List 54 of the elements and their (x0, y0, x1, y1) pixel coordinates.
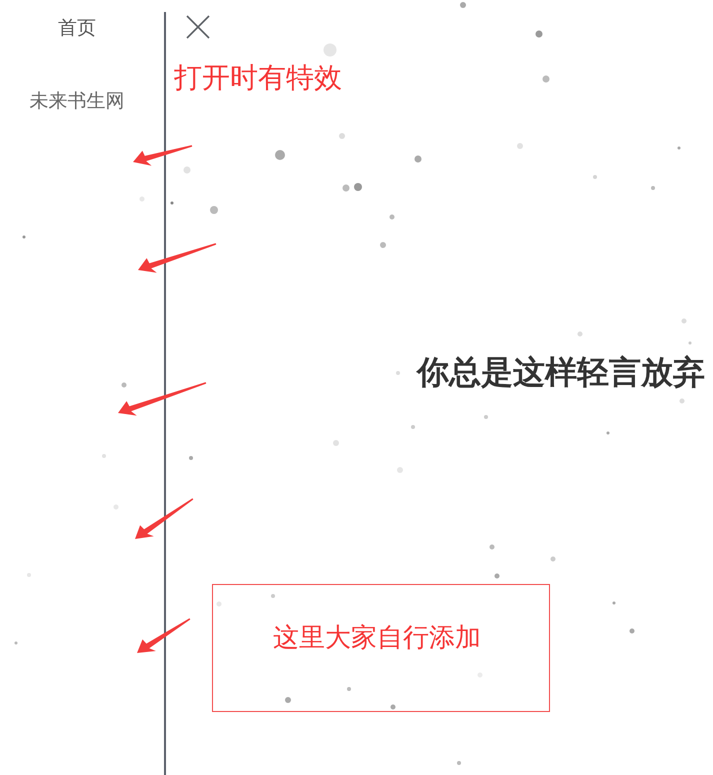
arrow-icon (118, 382, 206, 416)
custom-area-text: 这里大家自行添加 (273, 622, 481, 655)
snow-dot-icon (536, 30, 542, 38)
snow-dot-icon (347, 687, 351, 691)
nav-link[interactable]: 首页 (58, 16, 96, 40)
snow-dot-icon (14, 642, 18, 644)
snow-dot-icon (490, 544, 494, 550)
snow-dot-icon (550, 556, 556, 562)
arrow-icon (138, 243, 216, 273)
snow-dot-icon (414, 156, 422, 162)
close-button[interactable] (186, 15, 210, 39)
snow-dot-icon (612, 602, 616, 604)
snow-dot-icon (189, 456, 193, 460)
snow-dot-icon (457, 761, 461, 765)
snow-dot-icon (380, 242, 386, 248)
snow-dot-icon (678, 146, 680, 150)
snow-dot-icon (339, 133, 345, 139)
nav-link[interactable]: 未来书生网 (30, 89, 124, 113)
snow-dot-icon (606, 432, 610, 434)
snow-dot-icon (390, 704, 396, 710)
arrow-icon (135, 498, 194, 539)
snow-dot-icon (184, 166, 190, 174)
snow-dot-icon (396, 371, 400, 375)
snow-dot-icon (630, 628, 634, 634)
snow-dot-icon (517, 143, 523, 149)
snow-dot-icon (680, 398, 684, 404)
snow-dot-icon (411, 425, 415, 429)
snow-dot-icon (122, 382, 126, 388)
snow-dot-icon (688, 342, 692, 344)
snow-dot-icon (333, 440, 339, 446)
snow-dot-icon (542, 76, 550, 82)
snow-dot-icon (354, 183, 362, 191)
snow-dot-icon (342, 184, 350, 192)
annotation-text: 打开时有特效 (174, 62, 342, 94)
close-icon (186, 15, 210, 39)
arrow-icon (137, 618, 190, 653)
snow-dot-icon (593, 175, 597, 179)
snow-dot-icon (22, 236, 26, 238)
snow-dot-icon (682, 318, 686, 324)
snow-dot-icon (285, 697, 291, 703)
arrow-icon (133, 145, 192, 166)
snow-dot-icon (397, 467, 403, 473)
snow-dot-icon (651, 186, 655, 190)
headline: 你总是这样轻言放弃 (417, 352, 705, 392)
snow-dot-icon (484, 415, 488, 419)
snow-dot-icon (324, 44, 336, 56)
snow-dot-icon (494, 574, 500, 578)
snow-dot-icon (275, 150, 285, 160)
snow-dot-icon (210, 206, 218, 214)
snow-dot-icon (460, 2, 466, 8)
snow-dot-icon (390, 214, 394, 220)
snow-dot-icon (578, 332, 582, 336)
snow-dot-icon (271, 594, 275, 598)
snow-dot-icon (170, 202, 174, 204)
